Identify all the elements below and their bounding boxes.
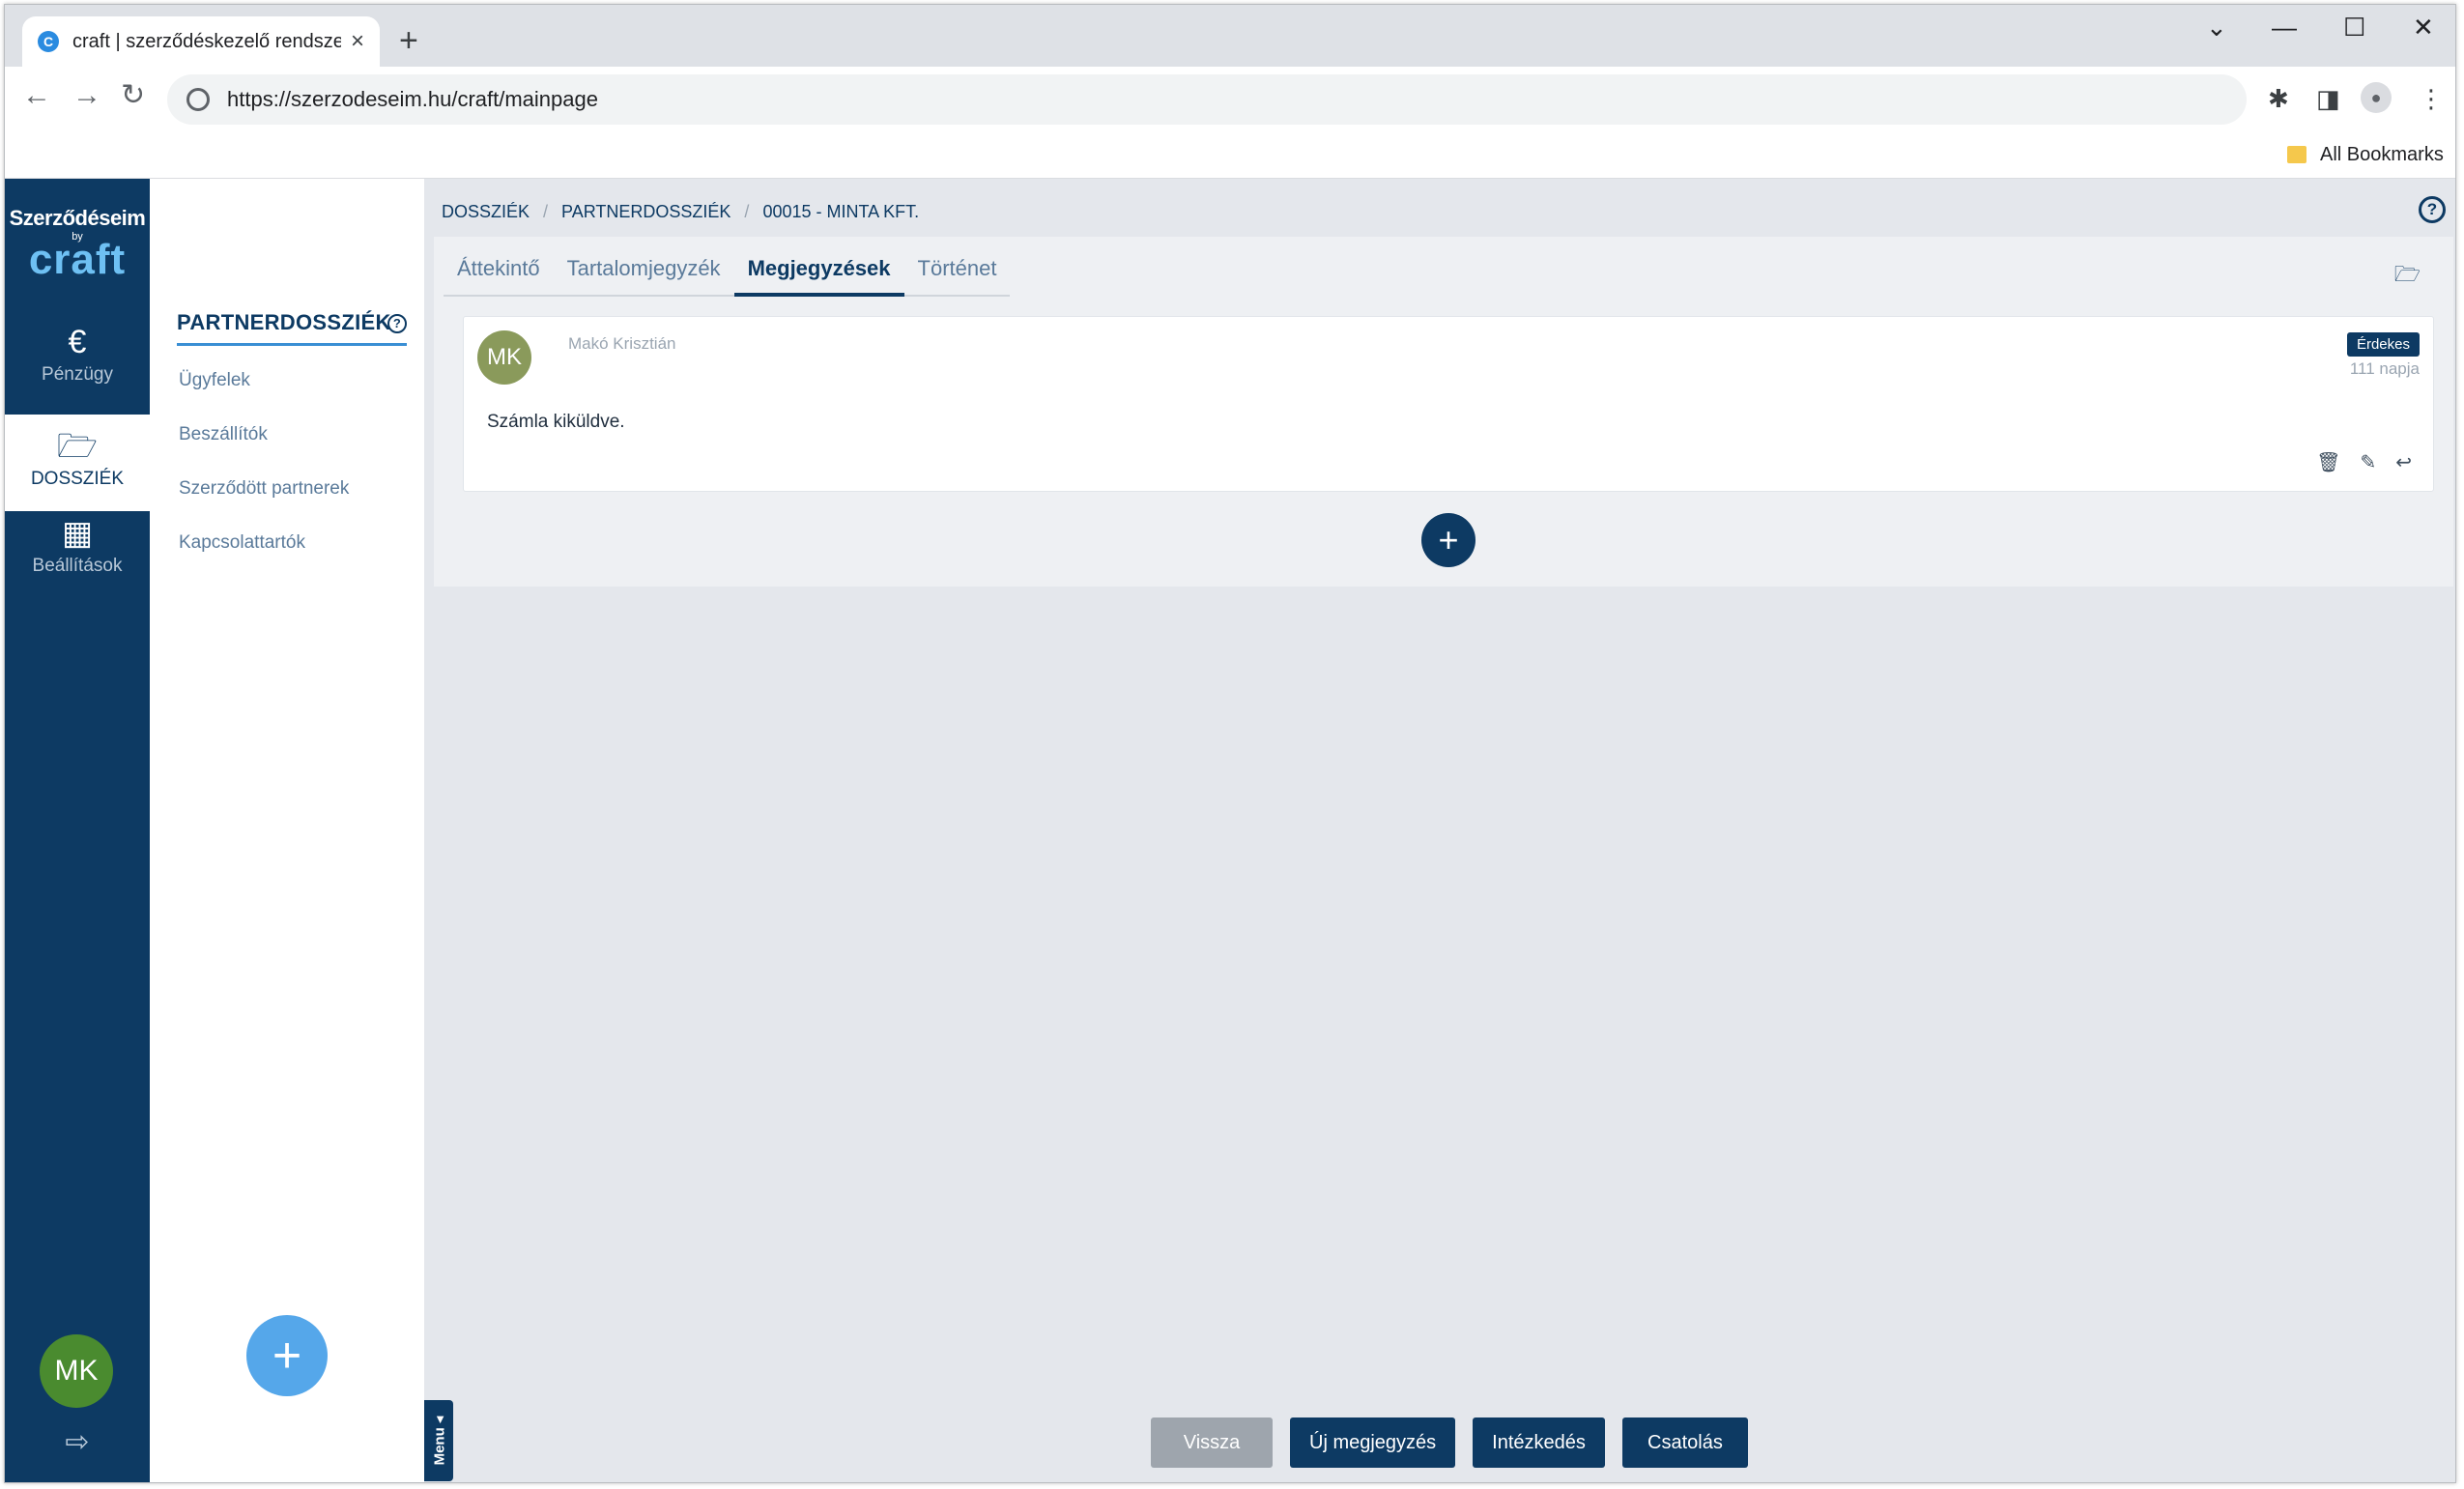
back-icon[interactable]: ←	[22, 80, 51, 111]
brand-logo[interactable]: Szerződéseim by craft	[5, 206, 150, 283]
main-rail-nav: Szerződéseim by craft € Pénzügy 🗁 DOSSZI…	[5, 179, 150, 1482]
window-close-icon[interactable]: ✕	[2413, 13, 2434, 43]
brand-line3: craft	[28, 236, 127, 283]
extensions-icon[interactable]: ✱	[2268, 84, 2289, 114]
rail-item-beallitasok[interactable]: ▦ Beállítások	[5, 513, 150, 600]
bookmarks-bar: All Bookmarks	[5, 132, 2455, 179]
tab-close-icon[interactable]: ×	[351, 28, 364, 55]
favicon-icon: C	[38, 31, 59, 52]
breadcrumb-separator: /	[543, 202, 549, 221]
dossier-panel: Áttekintő Tartalomjegyzék Megjegyzések T…	[434, 237, 2453, 587]
menu-toggle-tab[interactable]: Menu ◂	[424, 1400, 453, 1481]
rail-item-label: Pénzügy	[42, 364, 113, 385]
building-icon: ▦	[61, 515, 94, 552]
logout-icon[interactable]: ⇨	[5, 1425, 150, 1459]
all-bookmarks-button[interactable]: All Bookmarks	[2320, 144, 2444, 166]
euro-icon: €	[68, 324, 87, 360]
add-dossier-button[interactable]: +	[246, 1315, 328, 1396]
edit-icon[interactable]: ✎	[2360, 450, 2376, 474]
browser-window: C craft | szerződéskezelő rendszer × + ⌄…	[4, 4, 2456, 1483]
maximize-icon[interactable]: ☐	[2343, 13, 2365, 43]
site-info-icon[interactable]	[186, 88, 210, 111]
note-age: 111 napja	[2349, 359, 2420, 378]
breadcrumb-item-partnerdossziek[interactable]: PARTNERDOSSZIÉK	[561, 202, 731, 222]
attach-button[interactable]: Csatolás	[1621, 1417, 1748, 1468]
side-panel-icon[interactable]: ◨	[2316, 84, 2340, 114]
delete-icon[interactable]: 🗑	[2316, 450, 2340, 474]
new-tab-icon[interactable]: +	[399, 24, 418, 57]
bookmark-folder-icon	[2287, 146, 2306, 163]
breadcrumb-item-current: 00015 - MINTA KFT.	[762, 202, 920, 221]
note-card: MK Makó Krisztián Érdekes 111 napja Szám…	[463, 316, 2434, 492]
bottom-action-bar: Vissza Új megjegyzés Intézkedés Csatolás	[1151, 1417, 1748, 1468]
url-text: https://szerzodeseim.hu/craft/mainpage	[227, 87, 598, 111]
app-area: Szerződéseim by craft € Pénzügy 🗁 DOSSZI…	[5, 179, 2455, 1482]
subnav-item-beszallitok[interactable]: Beszállítók	[179, 424, 268, 445]
note-priority-badge: Érdekes	[2346, 332, 2420, 357]
subnav-help-icon[interactable]: ?	[387, 314, 407, 333]
tab-tortenet[interactable]: Történet	[904, 237, 1011, 297]
browser-toolbar: ← → ↻ https://szerzodeseim.hu/craft/main…	[5, 67, 2455, 132]
rail-item-label: Beállítások	[32, 556, 123, 576]
rail-item-dossziek[interactable]: 🗁 DOSSZIÉK	[5, 415, 150, 511]
note-author-avatar: MK	[477, 330, 531, 385]
reload-icon[interactable]: ↻	[121, 80, 145, 111]
folder-open-icon: 🗁	[56, 428, 99, 465]
minimize-icon[interactable]: —	[2272, 13, 2297, 43]
brand-line1: Szerződéseim	[9, 206, 146, 230]
note-author: Makó Krisztián	[568, 334, 676, 353]
new-note-button[interactable]: Új megjegyzés	[1290, 1417, 1456, 1468]
breadcrumb-separator: /	[744, 202, 750, 221]
reply-icon[interactable]: ↩	[2395, 450, 2412, 474]
help-icon[interactable]: ?	[2419, 196, 2446, 223]
address-bar[interactable]: https://szerzodeseim.hu/craft/mainpage	[167, 74, 2247, 125]
forward-icon[interactable]: →	[72, 80, 101, 111]
tab-megjegyzesek[interactable]: Megjegyzések	[733, 237, 904, 297]
profile-glyph: ●	[2370, 87, 2382, 107]
note-actions: 🗑 ✎ ↩	[2316, 450, 2412, 474]
subnav-item-ugyfelek[interactable]: Ügyfelek	[179, 370, 250, 391]
action-button[interactable]: Intézkedés	[1473, 1417, 1605, 1468]
breadcrumb-item-dossziek[interactable]: DOSSZIÉK	[442, 202, 530, 222]
tab-strip: C craft | szerződéskezelő rendszer × + ⌄…	[5, 5, 2455, 67]
back-button[interactable]: Vissza	[1151, 1417, 1273, 1468]
dossier-tabs: Áttekintő Tartalomjegyzék Megjegyzések T…	[444, 237, 1011, 297]
menu-toggle-label: Menu ◂	[431, 1416, 448, 1466]
subnav-item-kapcsolattartok[interactable]: Kapcsolattartók	[179, 532, 305, 554]
folder-icon[interactable]: 🗁	[2394, 258, 2421, 295]
sub-nav: PARTNERDOSSZIÉK ? Ügyfelek Beszállítók S…	[150, 179, 424, 1482]
add-note-button[interactable]: +	[1421, 513, 1476, 567]
rail-item-label: DOSSZIÉK	[30, 469, 125, 489]
tab-title: craft | szerződéskezelő rendszer	[72, 30, 341, 52]
subnav-title-text: PARTNERDOSSZIÉK	[177, 310, 391, 334]
more-menu-icon[interactable]: ⋮	[2419, 84, 2444, 114]
tab-tartalomjegyzek[interactable]: Tartalomjegyzék	[554, 237, 734, 297]
browser-tab[interactable]: C craft | szerződéskezelő rendszer ×	[22, 16, 380, 67]
user-avatar[interactable]: MK	[40, 1334, 113, 1408]
subnav-title: PARTNERDOSSZIÉK ?	[177, 310, 407, 346]
tab-attekinto[interactable]: Áttekintő	[444, 237, 554, 297]
note-text: Számla kiküldve.	[487, 412, 625, 432]
breadcrumb: DOSSZIÉK / PARTNERDOSSZIÉK / 00015 - MIN…	[442, 202, 919, 222]
profile-icon[interactable]: ●	[2361, 82, 2392, 113]
subnav-item-szerzodott-partnerek[interactable]: Szerződött partnerek	[179, 478, 349, 500]
rail-item-penzugy[interactable]: € Pénzügy	[5, 322, 150, 411]
tab-search-icon[interactable]: ⌄	[2206, 13, 2227, 43]
